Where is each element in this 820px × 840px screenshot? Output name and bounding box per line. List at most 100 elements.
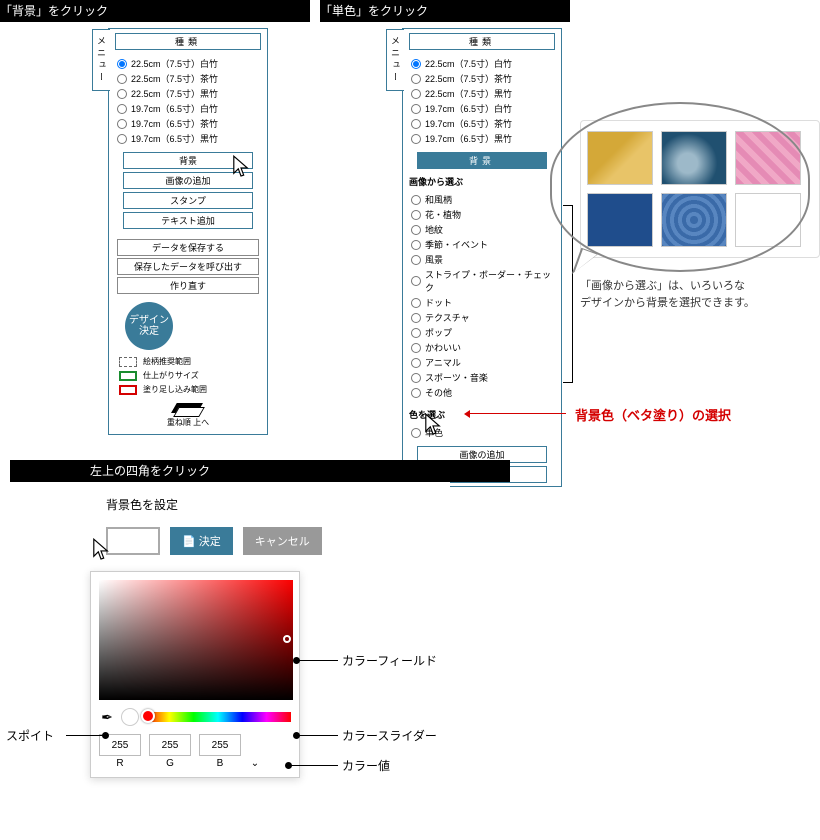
callout-caption: 「画像から選ぶ」は、いろいろな デザインから背景を選択できます。 (580, 278, 820, 311)
decide-button[interactable]: 📄 決定 (170, 527, 233, 555)
size-option[interactable]: 22.5cm（7.5寸）茶竹 (117, 71, 259, 86)
radio-input[interactable] (411, 134, 421, 144)
add-text-button[interactable]: テキスト追加 (123, 212, 253, 229)
dropdown-icon[interactable]: ⌄ (249, 758, 261, 769)
pattern-option[interactable]: スポーツ・音楽 (411, 370, 553, 385)
radio-input[interactable] (117, 119, 127, 129)
option-label: その他 (425, 386, 452, 399)
layer-stack-icon[interactable] (174, 403, 202, 417)
radio-input[interactable] (411, 343, 421, 353)
size-label: 22.5cm（7.5寸）白竹 (131, 57, 218, 70)
size-option[interactable]: 19.7cm（6.5寸）黒竹 (117, 131, 259, 146)
thumbnail-grid (580, 120, 820, 258)
size-option[interactable]: 22.5cm（7.5寸）白竹 (117, 56, 259, 71)
hue-slider-handle[interactable] (141, 709, 155, 723)
step2-header: 「単色」をクリック (320, 2, 428, 19)
pattern-option[interactable]: ドット (411, 295, 553, 310)
label-b: B (199, 758, 241, 769)
thumb-navy[interactable] (587, 193, 653, 247)
pattern-option[interactable]: その他 (411, 385, 553, 400)
pattern-option[interactable]: ストライプ・ボーダー・チェック (411, 267, 553, 295)
size-option[interactable]: 22.5cm（7.5寸）茶竹 (411, 71, 553, 86)
option-label: かわいい (425, 341, 461, 354)
thumb-blue-pattern[interactable] (661, 193, 727, 247)
size-label: 19.7cm（6.5寸）茶竹 (131, 117, 218, 130)
radio-input[interactable] (411, 89, 421, 99)
legend-recommended: 絵柄推奨範囲 (119, 356, 257, 367)
size-option[interactable]: 19.7cm（6.5寸）黒竹 (411, 131, 553, 146)
stamp-button[interactable]: スタンプ (123, 192, 253, 209)
callout-line2: デザインから背景を選択できます。 (580, 295, 820, 312)
radio-input[interactable] (117, 89, 127, 99)
menu-tab[interactable]: メニュー (92, 29, 110, 91)
size-option[interactable]: 19.7cm（6.5寸）茶竹 (117, 116, 259, 131)
radio-input[interactable] (117, 74, 127, 84)
radio-input[interactable] (411, 358, 421, 368)
radio-input[interactable] (411, 373, 421, 383)
option-label: 和風柄 (425, 193, 452, 206)
radio-input[interactable] (411, 313, 421, 323)
radio-input[interactable] (411, 59, 421, 69)
radio-input[interactable] (411, 255, 421, 265)
size-option[interactable]: 22.5cm（7.5寸）白竹 (411, 56, 553, 71)
pattern-option[interactable]: かわいい (411, 340, 553, 355)
pattern-option[interactable]: アニマル (411, 355, 553, 370)
radio-input[interactable] (117, 104, 127, 114)
save-data-button[interactable]: データを保存する (117, 239, 259, 256)
background-button-active[interactable]: 背景 (417, 152, 547, 169)
size-option[interactable]: 22.5cm（7.5寸）黒竹 (117, 86, 259, 101)
pattern-option[interactable]: 地紋 (411, 222, 553, 237)
menu-tab[interactable]: メニュー (386, 29, 404, 91)
radio-input[interactable] (411, 210, 421, 220)
thumb-pink[interactable] (735, 131, 801, 185)
design-decide-button[interactable]: デザイン 決定 (125, 302, 173, 350)
color-field[interactable] (99, 580, 293, 700)
radio-input[interactable] (411, 104, 421, 114)
size-label: 19.7cm（6.5寸）白竹 (425, 102, 512, 115)
load-data-button[interactable]: 保存したデータを呼び出す (117, 258, 259, 275)
pattern-option[interactable]: 花・植物 (411, 207, 553, 222)
size-label: 19.7cm（6.5寸）黒竹 (425, 132, 512, 145)
callout-tail (572, 248, 598, 280)
radio-input[interactable] (411, 240, 421, 250)
color-swatch-button[interactable] (106, 527, 160, 555)
radio-input[interactable] (411, 298, 421, 308)
thumb-wave[interactable] (661, 131, 727, 185)
size-option[interactable]: 19.7cm（6.5寸）白竹 (117, 101, 259, 116)
pattern-option[interactable]: ポップ (411, 325, 553, 340)
radio-input[interactable] (411, 225, 421, 235)
anno-label-slider: カラースライダー (342, 727, 437, 744)
size-option[interactable]: 19.7cm（6.5寸）白竹 (411, 101, 553, 116)
pattern-option[interactable]: 風景 (411, 252, 553, 267)
eyedropper-icon[interactable]: ✒ (99, 709, 115, 725)
thumb-white[interactable] (735, 193, 801, 247)
anno-label-value: カラー値 (342, 757, 390, 774)
pattern-option[interactable]: テクスチャ (411, 310, 553, 325)
radio-input[interactable] (117, 134, 127, 144)
anno-line-field (296, 660, 338, 661)
pattern-option[interactable]: 季節・イベント (411, 237, 553, 252)
color-field-indicator[interactable] (283, 635, 291, 643)
radio-input[interactable] (411, 328, 421, 338)
radio-input[interactable] (411, 428, 421, 438)
radio-input[interactable] (411, 195, 421, 205)
thumb-gold[interactable] (587, 131, 653, 185)
pattern-option[interactable]: 和風柄 (411, 192, 553, 207)
rgb-g-input[interactable] (149, 734, 191, 756)
radio-input[interactable] (411, 74, 421, 84)
hue-slider[interactable] (145, 712, 291, 722)
radio-input[interactable] (411, 276, 421, 286)
size-option[interactable]: 19.7cm（6.5寸）茶竹 (411, 116, 553, 131)
size-label: 19.7cm（6.5寸）白竹 (131, 102, 218, 115)
reset-button[interactable]: 作り直す (117, 277, 259, 294)
radio-input[interactable] (411, 388, 421, 398)
dashed-box-icon (119, 357, 137, 367)
rgb-b-input[interactable] (199, 734, 241, 756)
cancel-button[interactable]: キャンセル (243, 527, 322, 555)
step3-header: 左上の四角をクリック (90, 462, 210, 479)
size-option[interactable]: 22.5cm（7.5寸）黒竹 (411, 86, 553, 101)
radio-input[interactable] (117, 59, 127, 69)
green-box-icon (119, 371, 137, 381)
label-r: R (99, 758, 141, 769)
radio-input[interactable] (411, 119, 421, 129)
